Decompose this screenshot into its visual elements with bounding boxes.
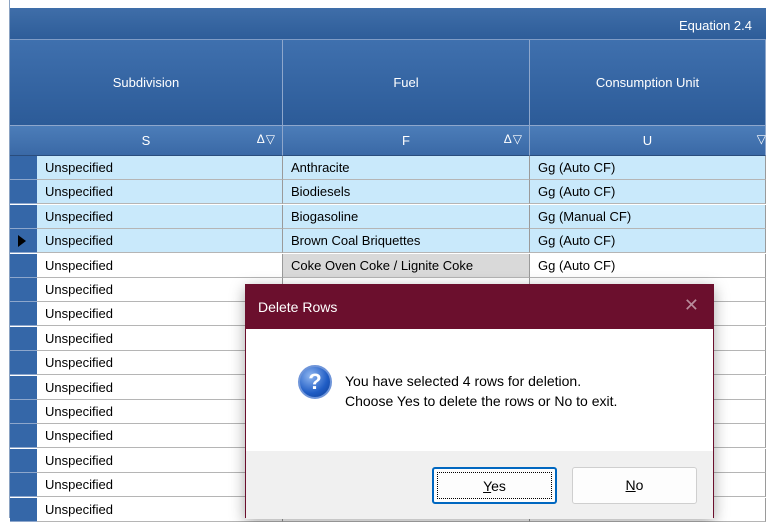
row-selector[interactable] xyxy=(10,302,37,326)
cell-consumption-unit[interactable]: Gg (Auto CF) xyxy=(530,254,766,278)
filter-icon[interactable]: ▽ xyxy=(757,132,766,146)
row-selector[interactable] xyxy=(10,180,37,204)
row-selector[interactable] xyxy=(10,449,37,473)
row-selector[interactable] xyxy=(10,205,37,229)
row-selector[interactable] xyxy=(10,229,37,253)
dialog-message: You have selected 4 rows for deletion. C… xyxy=(345,371,617,411)
row-selector[interactable] xyxy=(10,400,37,424)
row-selector[interactable] xyxy=(10,327,37,351)
column-code-f[interactable]: F Δ▽ xyxy=(283,126,530,156)
cell-fuel[interactable]: Biodiesels xyxy=(283,180,530,204)
dialog-footer: Yes No xyxy=(246,451,713,519)
question-icon: ? xyxy=(298,365,332,399)
no-button-label: No xyxy=(625,477,644,493)
column-header-fuel[interactable]: Fuel xyxy=(283,40,530,126)
equation-band: Equation 2.4 xyxy=(10,0,766,40)
row-selector[interactable] xyxy=(10,498,37,522)
cell-fuel[interactable]: Biogasoline xyxy=(283,205,530,229)
cell-subdivision[interactable]: Unspecified xyxy=(37,254,283,278)
cell-fuel[interactable]: Brown Coal Briquettes xyxy=(283,229,530,253)
row-selector[interactable] xyxy=(10,254,37,278)
close-icon[interactable]: ✕ xyxy=(684,295,699,316)
no-button[interactable]: No xyxy=(572,467,697,504)
row-selector[interactable] xyxy=(10,156,37,180)
row-selector[interactable] xyxy=(10,376,37,400)
cell-consumption-unit[interactable]: Gg (Auto CF) xyxy=(530,180,766,204)
dialog-title-bar[interactable]: Delete Rows ✕ xyxy=(246,285,713,329)
column-header-label: Consumption Unit xyxy=(595,75,700,90)
equation-band-title: Equation 2.4 xyxy=(679,18,753,33)
cell-subdivision[interactable]: Unspecified xyxy=(37,205,283,229)
dialog-message-line2: Choose Yes to delete the rows or No to e… xyxy=(345,393,618,409)
yes-button-label: Yes xyxy=(483,478,506,494)
current-row-arrow-icon xyxy=(18,235,26,247)
dialog-message-line1: You have selected 4 rows for deletion. xyxy=(345,373,582,389)
sort-filter-icon[interactable]: Δ▽ xyxy=(504,132,523,146)
row-selector[interactable] xyxy=(10,351,37,375)
column-header-consumption-unit[interactable]: Consumption Unit xyxy=(530,40,766,126)
cell-subdivision[interactable]: Unspecified xyxy=(37,156,283,180)
row-selector[interactable] xyxy=(10,473,37,497)
cell-subdivision[interactable]: Unspecified xyxy=(37,229,283,253)
yes-button[interactable]: Yes xyxy=(432,467,557,504)
row-selector[interactable] xyxy=(10,424,37,448)
cell-fuel[interactable]: Coke Oven Coke / Lignite Coke xyxy=(283,254,530,278)
cell-fuel[interactable]: Anthracite xyxy=(283,156,530,180)
grid-left-edge xyxy=(0,0,10,518)
dialog-body: ? You have selected 4 rows for deletion.… xyxy=(246,329,713,451)
dialog-title: Delete Rows xyxy=(258,299,338,315)
cell-consumption-unit[interactable]: Gg (Auto CF) xyxy=(530,229,766,253)
delete-rows-dialog: Delete Rows ✕ ? You have selected 4 rows… xyxy=(245,284,714,519)
column-header-subdivision[interactable]: Subdivision xyxy=(10,40,283,126)
sort-filter-icon[interactable]: Δ▽ xyxy=(257,132,276,146)
cell-consumption-unit[interactable]: Gg (Manual CF) xyxy=(530,205,766,229)
cell-subdivision[interactable]: Unspecified xyxy=(37,180,283,204)
cell-consumption-unit[interactable]: Gg (Auto CF) xyxy=(530,156,766,180)
column-header-label: Fuel xyxy=(393,75,419,90)
row-selector[interactable] xyxy=(10,278,37,302)
column-header-label: Subdivision xyxy=(112,75,180,90)
column-code-label: F xyxy=(402,133,410,148)
column-code-label: U xyxy=(642,133,653,148)
column-code-label: S xyxy=(141,133,151,148)
column-code-u[interactable]: U ▽ xyxy=(530,126,766,156)
column-code-s[interactable]: S Δ▽ xyxy=(10,126,283,156)
